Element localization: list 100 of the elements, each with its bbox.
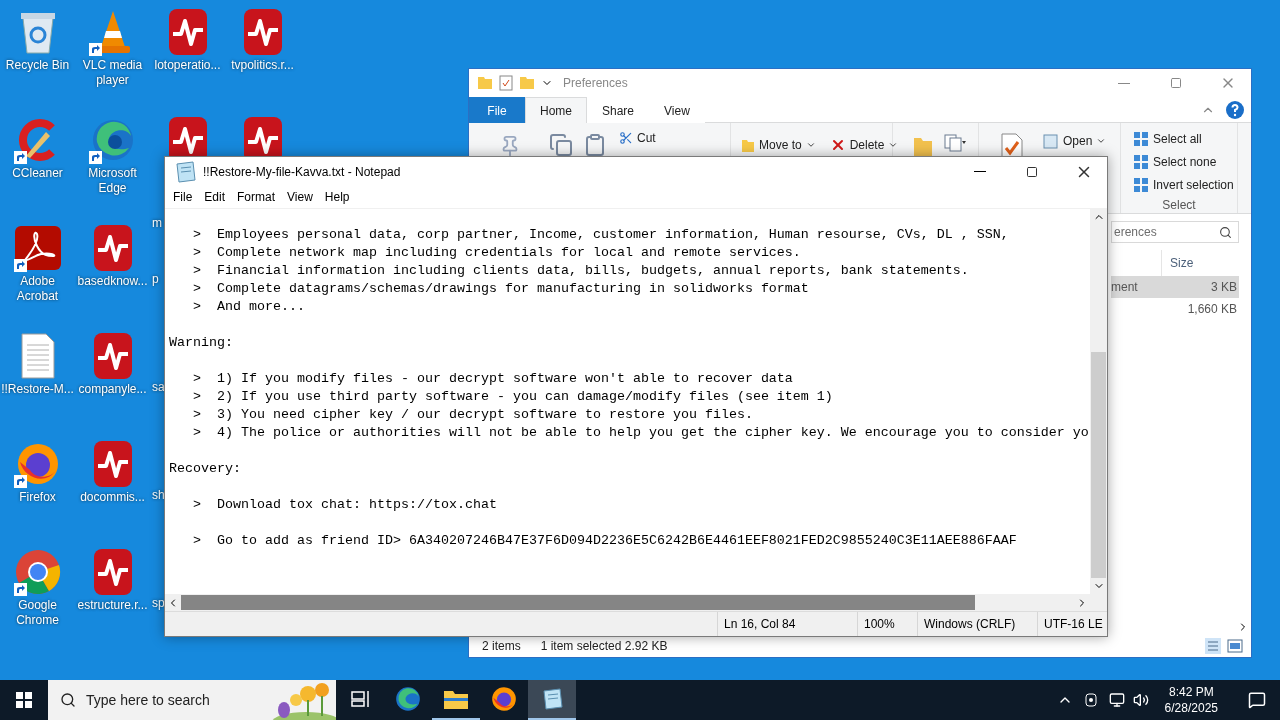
line-marker: > bbox=[193, 262, 202, 280]
menu-item[interactable]: Edit bbox=[198, 188, 232, 206]
new-item-icon[interactable] bbox=[943, 133, 967, 153]
grid-icon bbox=[1133, 131, 1149, 147]
desktop-icon-label[interactable]: lotoperatio... bbox=[154, 58, 221, 73]
file-row[interactable]: ment 3 KB bbox=[1111, 276, 1239, 298]
date-text: 6/28/2025 bbox=[1164, 700, 1218, 716]
desktop-icon-label[interactable]: VLC media player bbox=[75, 58, 150, 88]
desktop-icon-label[interactable]: estructure.r... bbox=[77, 598, 148, 613]
text-line: 1) If you modify files - our decrypt software won't able to recover data bbox=[217, 370, 793, 388]
window-title: !!Restore-My-file-Kavva.txt - Notepad bbox=[203, 164, 402, 179]
file-row[interactable]: 1,660 KB bbox=[1111, 298, 1239, 320]
window-title: Preferences bbox=[563, 76, 629, 90]
grid-icon bbox=[1133, 177, 1149, 193]
table-cell-text: 3 KB bbox=[1210, 279, 1238, 296]
menu-item[interactable]: Format bbox=[231, 188, 282, 206]
desktop-icon-label[interactable]: tvpolitics.r... bbox=[231, 58, 294, 73]
desktop-icon-label[interactable]: basedknow... bbox=[77, 274, 148, 289]
desktop-icon-label[interactable]: m bbox=[150, 216, 162, 231]
horizontal-scrollbar[interactable] bbox=[165, 594, 1090, 611]
line-marker: > bbox=[193, 226, 202, 244]
desktop-icon-label[interactable]: Firefox bbox=[19, 490, 56, 505]
status-text: 100% bbox=[864, 617, 895, 631]
ribbon-tab[interactable]: File bbox=[469, 97, 525, 123]
acrobat-icon bbox=[14, 226, 61, 270]
line-marker: > bbox=[193, 388, 202, 406]
desktop-icon-label[interactable]: p bbox=[150, 272, 159, 287]
desktop-icon-label[interactable]: sh bbox=[150, 488, 165, 503]
properties-icon[interactable] bbox=[499, 75, 513, 91]
properties-icon[interactable] bbox=[1001, 133, 1023, 159]
clock[interactable]: 8:42 PM 6/28/2025 bbox=[1156, 684, 1226, 716]
line-marker: > bbox=[193, 244, 202, 262]
scissors-icon bbox=[619, 131, 633, 145]
help-icon[interactable] bbox=[1225, 99, 1245, 120]
menu-item[interactable]: View bbox=[281, 188, 319, 206]
text-line: Complete network map including credentials for local and remote services. bbox=[217, 244, 801, 262]
line-marker: > bbox=[193, 370, 202, 388]
desktop-icon-label[interactable]: !!Restore-M... bbox=[1, 382, 74, 397]
status-text: UTF-16 LE bbox=[1044, 617, 1103, 631]
time-text: 8:42 PM bbox=[1168, 684, 1214, 700]
grid-icon bbox=[1133, 154, 1149, 170]
desktop-icon-label[interactable]: Google Chrome bbox=[0, 598, 75, 628]
edge-icon bbox=[90, 118, 135, 162]
text-line: Employees personal data, corp partner, Income, customer information, Human resourse, CVs, DL , SSN, bbox=[217, 226, 1009, 244]
line-marker: > bbox=[193, 280, 202, 298]
desktop-icon-label[interactable]: docommis... bbox=[80, 490, 145, 505]
line-marker: > bbox=[193, 532, 202, 550]
open-icon bbox=[1043, 133, 1059, 149]
notepad-icon bbox=[173, 159, 197, 184]
folder-icon bbox=[477, 76, 493, 90]
volume-icon[interactable] bbox=[1132, 692, 1149, 708]
status-text: Windows (CRLF) bbox=[924, 617, 1016, 631]
vertical-scrollbar[interactable] bbox=[1090, 209, 1107, 594]
windows-logo-icon bbox=[16, 692, 32, 708]
pulse-app-icon bbox=[92, 332, 133, 380]
desktop-icon-label[interactable]: CCleaner bbox=[12, 166, 63, 181]
caret-icon bbox=[805, 140, 816, 150]
table-cell: ment bbox=[1111, 280, 1138, 294]
desktop-icon-label[interactable]: sa bbox=[150, 380, 165, 395]
line-marker: > bbox=[193, 298, 202, 316]
search-icon bbox=[60, 692, 76, 708]
search-field[interactable]: erences bbox=[1111, 221, 1239, 243]
task-view-icon bbox=[350, 690, 370, 708]
taskbar-search-field[interactable]: Type here to search bbox=[48, 680, 336, 720]
select-option[interactable]: Select none bbox=[1131, 152, 1237, 172]
camera-icon bbox=[1082, 692, 1099, 708]
desktop-icon-label[interactable]: Recycle Bin bbox=[5, 58, 70, 73]
pulse-app-icon bbox=[92, 548, 133, 596]
line-marker: > bbox=[193, 406, 202, 424]
table-cell-text: 1,660 KB bbox=[1186, 301, 1238, 318]
select-option[interactable]: Select all bbox=[1131, 129, 1237, 149]
group-label: Select bbox=[1162, 198, 1196, 212]
folder-icon bbox=[741, 137, 755, 153]
pulse-app-icon bbox=[167, 8, 208, 56]
text-line: Recovery: bbox=[169, 460, 241, 478]
move-to-button[interactable]: Move to bbox=[739, 135, 818, 155]
ribbon-tab[interactable]: Home bbox=[525, 97, 587, 123]
desktop-icon-label[interactable]: sp bbox=[150, 596, 165, 611]
recycle-bin-icon bbox=[19, 10, 56, 54]
network-icon[interactable] bbox=[1108, 692, 1125, 708]
open-button[interactable]: Open bbox=[1041, 131, 1109, 151]
large-icons-view-icon[interactable] bbox=[1227, 638, 1243, 654]
edge-icon bbox=[395, 686, 421, 712]
desktop-icon-label[interactable]: Adobe Acrobat bbox=[0, 274, 75, 304]
pulse-app-icon bbox=[242, 8, 283, 56]
copy-icon[interactable] bbox=[549, 133, 573, 157]
delete-button[interactable]: Delete bbox=[827, 135, 901, 155]
cut-button[interactable]: Cut bbox=[617, 129, 658, 147]
menu-item[interactable]: File bbox=[167, 188, 199, 206]
menu-item[interactable]: Help bbox=[318, 188, 356, 206]
desktop-icon-label[interactable]: Microsoft Edge bbox=[75, 166, 150, 196]
select-option[interactable]: Invert selection bbox=[1131, 175, 1237, 195]
minimize-icon bbox=[974, 171, 986, 172]
folder-icon bbox=[443, 688, 469, 710]
paste-icon[interactable] bbox=[583, 133, 607, 157]
text-line: Warning: bbox=[169, 334, 233, 352]
text-line: 2) If you use third party software - you can damage/modify files (see item 1) bbox=[217, 388, 833, 406]
taskbar-app-button[interactable] bbox=[528, 680, 576, 720]
desktop-icon-label[interactable]: companyle... bbox=[78, 382, 147, 397]
text-line: Download tox chat: https://tox.chat bbox=[217, 496, 497, 514]
